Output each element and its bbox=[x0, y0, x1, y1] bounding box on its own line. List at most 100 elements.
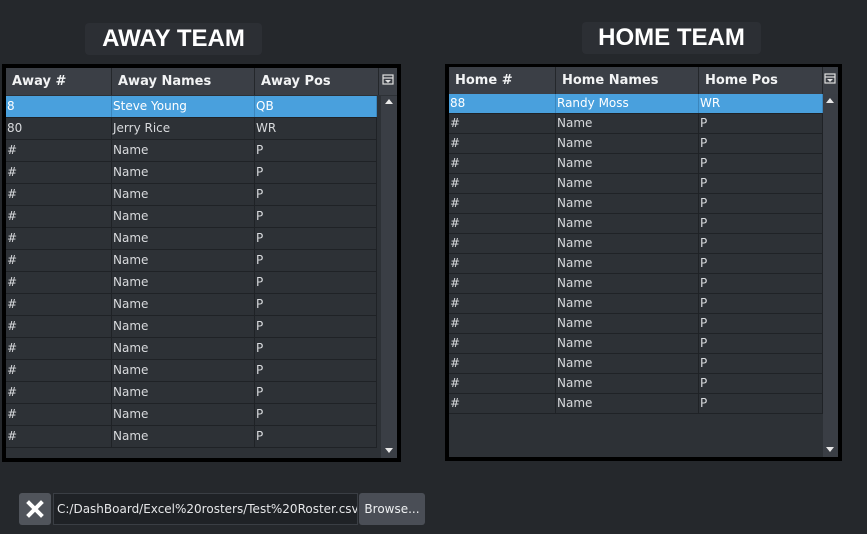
table-row[interactable]: # Name P bbox=[6, 272, 377, 294]
home-cell-num[interactable]: # bbox=[449, 314, 556, 333]
table-row[interactable]: # Name P bbox=[449, 134, 823, 154]
home-cell-pos[interactable]: P bbox=[699, 234, 823, 253]
home-cell-name[interactable]: Name bbox=[556, 214, 699, 233]
table-row[interactable]: 8 Steve Young QB bbox=[6, 96, 377, 118]
home-cell-name[interactable]: Name bbox=[556, 154, 699, 173]
away-cell-num[interactable]: # bbox=[6, 426, 112, 447]
home-cell-num[interactable]: # bbox=[449, 254, 556, 273]
home-cell-num[interactable]: # bbox=[449, 174, 556, 193]
home-cell-name[interactable]: Randy Moss bbox=[556, 94, 699, 113]
home-cell-pos[interactable]: WR bbox=[699, 94, 823, 113]
table-row[interactable]: # Name P bbox=[6, 426, 377, 448]
away-cell-num[interactable]: # bbox=[6, 228, 112, 249]
home-cell-name[interactable]: Name bbox=[556, 314, 699, 333]
table-row[interactable]: # Name P bbox=[449, 254, 823, 274]
home-col-pos-header[interactable]: Home Pos bbox=[699, 67, 823, 94]
home-cell-pos[interactable]: P bbox=[699, 154, 823, 173]
table-row[interactable]: # Name P bbox=[6, 404, 377, 426]
home-vertical-scrollbar[interactable] bbox=[823, 94, 838, 457]
away-cell-pos[interactable]: P bbox=[255, 250, 377, 271]
away-cell-num[interactable]: 80 bbox=[6, 118, 112, 139]
away-cell-pos[interactable]: P bbox=[255, 360, 377, 381]
home-cell-num[interactable]: # bbox=[449, 214, 556, 233]
away-cell-num[interactable]: # bbox=[6, 250, 112, 271]
home-cell-name[interactable]: Name bbox=[556, 334, 699, 353]
home-cell-num[interactable]: # bbox=[449, 394, 556, 413]
away-cell-num[interactable]: # bbox=[6, 272, 112, 293]
home-cell-num[interactable]: # bbox=[449, 334, 556, 353]
home-cell-name[interactable]: Name bbox=[556, 394, 699, 413]
table-row[interactable]: # Name P bbox=[6, 360, 377, 382]
browse-button[interactable]: Browse... bbox=[359, 493, 425, 525]
table-row[interactable]: # Name P bbox=[449, 374, 823, 394]
home-cell-pos[interactable]: P bbox=[699, 214, 823, 233]
away-cell-pos[interactable]: P bbox=[255, 316, 377, 337]
away-cell-name[interactable]: Name bbox=[112, 294, 255, 315]
home-cell-name[interactable]: Name bbox=[556, 374, 699, 393]
table-row[interactable]: # Name P bbox=[449, 274, 823, 294]
column-chooser-icon[interactable] bbox=[823, 67, 838, 94]
clear-file-button[interactable] bbox=[19, 493, 51, 525]
table-row[interactable]: # Name P bbox=[449, 114, 823, 134]
column-chooser-icon[interactable] bbox=[379, 68, 397, 95]
scroll-down-icon[interactable] bbox=[826, 447, 834, 452]
home-cell-name[interactable]: Name bbox=[556, 114, 699, 133]
home-cell-pos[interactable]: P bbox=[699, 134, 823, 153]
away-cell-num[interactable]: 8 bbox=[6, 96, 112, 117]
away-cell-pos[interactable]: P bbox=[255, 140, 377, 161]
away-cell-name[interactable]: Name bbox=[112, 338, 255, 359]
away-cell-name[interactable]: Name bbox=[112, 382, 255, 403]
away-cell-pos[interactable]: QB bbox=[255, 96, 377, 117]
away-cell-name[interactable]: Name bbox=[112, 316, 255, 337]
away-cell-name[interactable]: Steve Young bbox=[112, 96, 255, 117]
scroll-down-icon[interactable] bbox=[385, 448, 393, 453]
home-col-names-header[interactable]: Home Names bbox=[556, 67, 699, 94]
home-cell-pos[interactable]: P bbox=[699, 114, 823, 133]
away-cell-pos[interactable]: P bbox=[255, 338, 377, 359]
away-cell-name[interactable]: Name bbox=[112, 162, 255, 183]
away-cell-num[interactable]: # bbox=[6, 206, 112, 227]
away-vertical-scrollbar[interactable] bbox=[381, 96, 397, 458]
table-row[interactable]: # Name P bbox=[6, 162, 377, 184]
away-col-pos-header[interactable]: Away Pos bbox=[255, 68, 379, 95]
away-cell-pos[interactable]: WR bbox=[255, 118, 377, 139]
home-cell-num[interactable]: 88 bbox=[449, 94, 556, 113]
away-cell-num[interactable]: # bbox=[6, 184, 112, 205]
table-row[interactable]: # Name P bbox=[449, 314, 823, 334]
away-cell-num[interactable]: # bbox=[6, 338, 112, 359]
home-cell-num[interactable]: # bbox=[449, 354, 556, 373]
file-path-input[interactable]: C:/DashBoard/Excel%20rosters/Test%20Rost… bbox=[53, 493, 358, 525]
table-row[interactable]: # Name P bbox=[449, 154, 823, 174]
away-cell-name[interactable]: Name bbox=[112, 360, 255, 381]
away-cell-num[interactable]: # bbox=[6, 162, 112, 183]
away-cell-name[interactable]: Name bbox=[112, 272, 255, 293]
home-cell-pos[interactable]: P bbox=[699, 314, 823, 333]
away-cell-name[interactable]: Name bbox=[112, 228, 255, 249]
home-cell-num[interactable]: # bbox=[449, 274, 556, 293]
home-col-number-header[interactable]: Home # bbox=[449, 67, 556, 94]
away-cell-pos[interactable]: P bbox=[255, 184, 377, 205]
table-row[interactable]: # Name P bbox=[6, 228, 377, 250]
table-row[interactable]: # Name P bbox=[6, 184, 377, 206]
away-cell-pos[interactable]: P bbox=[255, 404, 377, 425]
away-cell-num[interactable]: # bbox=[6, 294, 112, 315]
table-row[interactable]: # Name P bbox=[449, 294, 823, 314]
table-row[interactable]: 88 Randy Moss WR bbox=[449, 94, 823, 114]
away-cell-pos[interactable]: P bbox=[255, 294, 377, 315]
table-row[interactable]: # Name P bbox=[449, 174, 823, 194]
away-cell-num[interactable]: # bbox=[6, 404, 112, 425]
away-cell-num[interactable]: # bbox=[6, 360, 112, 381]
table-row[interactable]: # Name P bbox=[449, 234, 823, 254]
away-col-number-header[interactable]: Away # bbox=[6, 68, 112, 95]
home-cell-pos[interactable]: P bbox=[699, 374, 823, 393]
scroll-up-icon[interactable] bbox=[385, 99, 393, 104]
table-row[interactable]: # Name P bbox=[6, 316, 377, 338]
scroll-up-icon[interactable] bbox=[826, 98, 834, 103]
table-row[interactable]: # Name P bbox=[6, 140, 377, 162]
home-cell-pos[interactable]: P bbox=[699, 394, 823, 413]
away-cell-pos[interactable]: P bbox=[255, 162, 377, 183]
table-row[interactable]: # Name P bbox=[6, 206, 377, 228]
home-cell-name[interactable]: Name bbox=[556, 274, 699, 293]
away-cell-pos[interactable]: P bbox=[255, 382, 377, 403]
home-cell-name[interactable]: Name bbox=[556, 234, 699, 253]
